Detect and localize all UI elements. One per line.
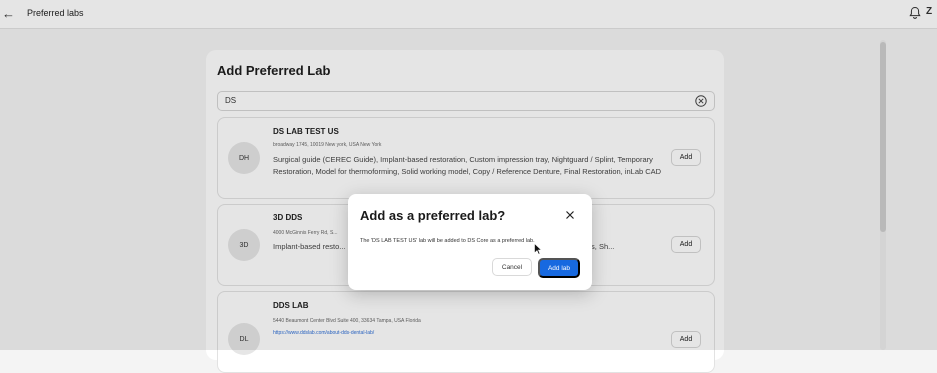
- modal-overlay[interactable]: [0, 0, 937, 350]
- dialog-message: The 'DS LAB TEST US' lab will be added t…: [360, 238, 535, 244]
- close-icon[interactable]: [564, 209, 576, 221]
- dialog-title: Add as a preferred lab?: [360, 208, 506, 223]
- add-lab-confirm-button[interactable]: Add lab: [538, 258, 580, 278]
- cancel-button[interactable]: Cancel: [492, 258, 532, 276]
- confirm-dialog: Add as a preferred lab? The 'DS LAB TEST…: [348, 194, 592, 290]
- mouse-cursor-icon: [534, 243, 542, 255]
